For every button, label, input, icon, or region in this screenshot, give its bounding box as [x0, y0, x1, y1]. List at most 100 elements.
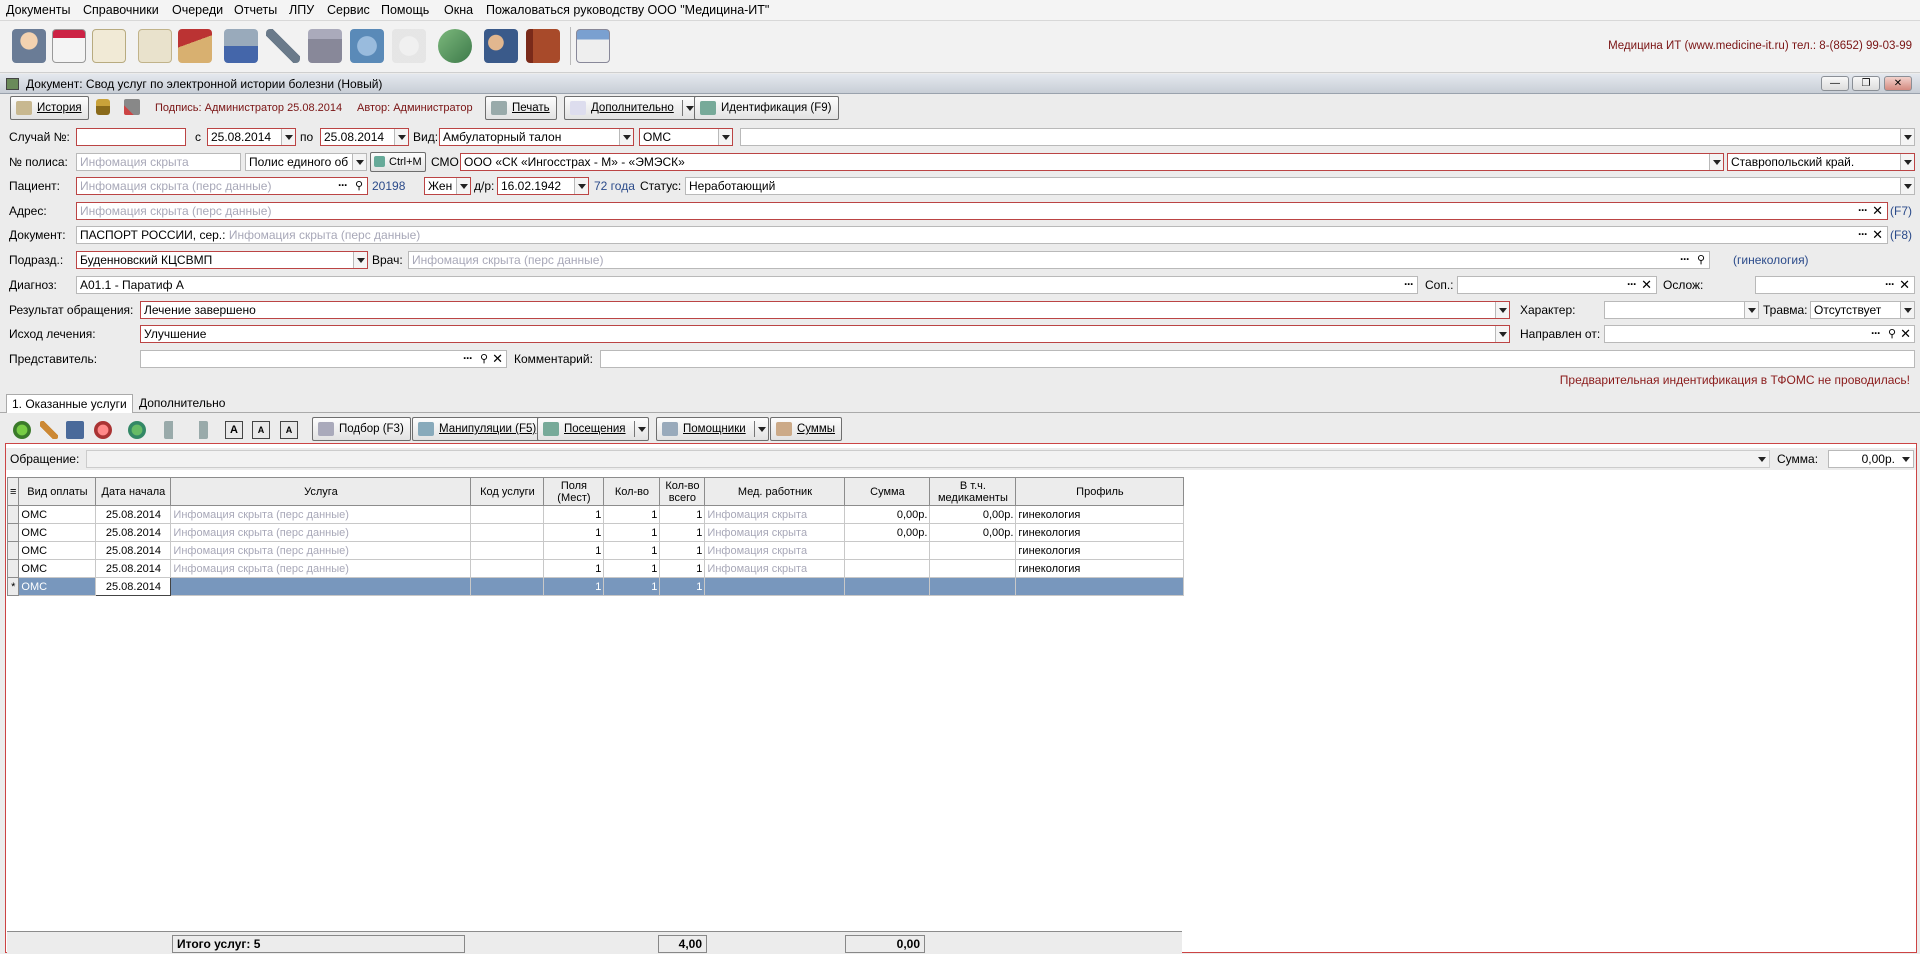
cell-medicines[interactable]: [929, 541, 1017, 560]
patient-id[interactable]: 20198: [372, 179, 405, 193]
smo-select[interactable]: ООО «СК «Ингосстрах - М» - «ЭМЭСК»: [460, 153, 1724, 171]
arrow-right-icon[interactable]: [190, 421, 208, 439]
search-icon[interactable]: ⚲: [1697, 252, 1705, 268]
dob-field[interactable]: 16.02.1942: [497, 177, 589, 195]
cell-qty[interactable]: 1: [603, 541, 661, 560]
cell-start-date[interactable]: 25.08.2014: [95, 559, 172, 578]
menu-service[interactable]: Сервис: [327, 3, 370, 17]
cell-med-worker[interactable]: Инфомация скрыта: [704, 523, 846, 542]
col-header-service-code[interactable]: Код услуги: [470, 477, 545, 506]
font-auto-icon[interactable]: A: [280, 421, 298, 439]
podbor-button[interactable]: Подбор (F3): [312, 417, 411, 441]
cell-med-worker[interactable]: Инфомация скрыта: [704, 559, 846, 578]
save-icon[interactable]: [66, 421, 84, 439]
new-row-indicator[interactable]: *: [6, 577, 20, 596]
col-header-qty[interactable]: Кол-во: [603, 477, 661, 506]
region-select[interactable]: Ставропольский край.: [1727, 153, 1915, 171]
helpers-button[interactable]: Помощники: [656, 417, 769, 441]
search-icon[interactable]: ⚲: [355, 178, 363, 194]
diagnosis-field[interactable]: A01.1 - Паратиф А ···: [76, 276, 1418, 294]
schedule-icon[interactable]: [576, 29, 610, 63]
card-icon[interactable]: [138, 29, 172, 63]
cell-qty-total[interactable]: 1: [659, 505, 706, 524]
ellipsis-icon[interactable]: ···: [1404, 277, 1414, 292]
chevron-down-icon[interactable]: [1755, 451, 1769, 467]
cell-start-date[interactable]: 25.08.2014: [95, 523, 172, 542]
ellipsis-icon[interactable]: ···: [338, 178, 348, 193]
cell-start-date[interactable]: 25.08.2014: [95, 541, 172, 560]
policy-number-field[interactable]: Инфомация скрыта: [76, 153, 241, 171]
menu-lpu[interactable]: ЛПУ: [289, 3, 314, 17]
lab-icon[interactable]: [224, 29, 258, 63]
date-from-field[interactable]: 25.08.2014: [207, 128, 296, 146]
cell-qty[interactable]: 1: [603, 559, 661, 578]
refresh-icon[interactable]: [128, 421, 146, 439]
cell-medicines[interactable]: 0,00р.: [929, 523, 1017, 542]
cell-qty-total[interactable]: 1: [659, 577, 706, 596]
home-icon[interactable]: [178, 29, 212, 63]
clear-icon[interactable]: ✕: [492, 351, 503, 367]
cell-qty-total[interactable]: 1: [659, 523, 706, 542]
identification-button[interactable]: Идентификация (F9): [694, 96, 839, 120]
history-button[interactable]: История: [10, 96, 89, 120]
cell-qty[interactable]: 1: [603, 505, 661, 524]
cell-profile[interactable]: гинекология: [1015, 541, 1185, 560]
visits-button[interactable]: Посещения: [537, 417, 649, 441]
document-icon[interactable]: [92, 29, 126, 63]
patient-field[interactable]: Инфомация скрыта (перс данные) ··· ⚲: [76, 177, 368, 195]
cell-places[interactable]: 1: [543, 559, 605, 578]
col-header-medicines[interactable]: В т.ч. медикаменты: [929, 477, 1017, 506]
syringe-icon[interactable]: [266, 29, 300, 63]
table-row[interactable]: ОМС 25.08.2014 Инфомация скрыта (перс да…: [6, 541, 1185, 560]
case-extra-select[interactable]: [740, 128, 1915, 146]
document-field[interactable]: ПАСПОРТ РОССИИ, сер.: Инфомация скрыта (…: [76, 226, 1888, 244]
cell-pay-type[interactable]: ОМС: [18, 523, 97, 542]
font-large-icon[interactable]: A: [225, 421, 243, 439]
date-to-field[interactable]: 25.08.2014: [320, 128, 409, 146]
menu-documents[interactable]: Документы: [6, 3, 70, 17]
cell-qty-total[interactable]: 1: [659, 541, 706, 560]
cell-pay-type[interactable]: ОМС: [18, 577, 97, 596]
cell-sum[interactable]: [844, 559, 931, 578]
appeal-select[interactable]: [86, 450, 1770, 468]
chevron-down-icon[interactable]: [1495, 302, 1509, 318]
cell-med-worker[interactable]: [704, 577, 846, 596]
tab-additional[interactable]: Дополнительно: [134, 394, 230, 413]
clear-icon[interactable]: ✕: [1899, 277, 1910, 293]
cell-start-date-editor[interactable]: 25.08.2014: [95, 577, 172, 596]
cell-places[interactable]: 1: [543, 541, 605, 560]
book-icon[interactable]: [526, 29, 560, 63]
clear-icon[interactable]: ✕: [1872, 227, 1883, 243]
manipulations-button[interactable]: Манипуляции (F5): [412, 417, 544, 441]
font-small-icon[interactable]: A: [252, 421, 270, 439]
cell-med-worker[interactable]: Инфомация скрыта: [704, 541, 846, 560]
col-header-profile[interactable]: Профиль: [1015, 477, 1185, 506]
cell-sum[interactable]: 0,00р.: [844, 523, 931, 542]
col-header-sum[interactable]: Сумма: [844, 477, 931, 506]
chevron-down-icon[interactable]: [619, 129, 633, 145]
table-row[interactable]: ОМС 25.08.2014 Инфомация скрыта (перс да…: [6, 505, 1185, 524]
clear-icon[interactable]: ✕: [1872, 203, 1883, 219]
cell-profile[interactable]: гинекология: [1015, 505, 1185, 524]
cell-medicines[interactable]: 0,00р.: [929, 505, 1017, 524]
ellipsis-icon[interactable]: ···: [1885, 277, 1895, 292]
chevron-down-icon[interactable]: [633, 421, 648, 437]
col-header-pay-type[interactable]: Вид оплаты: [18, 477, 97, 506]
chevron-down-icon[interactable]: [1900, 302, 1914, 318]
trauma-select[interactable]: Отсутствует: [1810, 301, 1915, 319]
result-select[interactable]: Лечение завершено: [140, 301, 1510, 319]
chevron-down-icon[interactable]: [1900, 129, 1914, 145]
chevron-down-icon[interactable]: [1744, 302, 1758, 318]
cell-service-code[interactable]: [470, 523, 545, 542]
ellipsis-icon[interactable]: ···: [1858, 227, 1868, 242]
cell-pay-type[interactable]: ОМС: [18, 505, 97, 524]
cell-service-code[interactable]: [470, 505, 545, 524]
sum-field[interactable]: 0,00р.: [1828, 450, 1914, 468]
row-indicator[interactable]: [6, 523, 20, 542]
lock-icon[interactable]: [96, 99, 110, 115]
chevron-down-icon[interactable]: [353, 252, 367, 268]
minimize-button[interactable]: —: [1821, 76, 1849, 91]
cell-qty-total[interactable]: 1: [659, 559, 706, 578]
ellipsis-icon[interactable]: ···: [1680, 252, 1690, 267]
case-number-field[interactable]: [76, 128, 186, 146]
